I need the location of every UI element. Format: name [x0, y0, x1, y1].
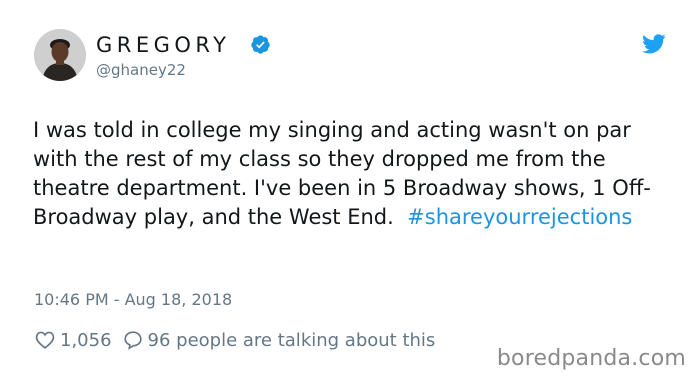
verified-badge-icon: [250, 34, 271, 55]
tweet-actions: 1,056 96 people are talking about this: [34, 327, 445, 353]
speech-bubble-icon[interactable]: [122, 329, 144, 351]
heart-icon[interactable]: [34, 329, 56, 351]
avatar[interactable]: [34, 29, 86, 81]
twitter-bird-icon[interactable]: [642, 34, 666, 54]
hashtag-link[interactable]: #shareyourrejections: [407, 205, 632, 229]
watermark: boredpanda.com: [496, 346, 686, 371]
display-name[interactable]: GREGORY: [96, 32, 231, 58]
like-count: 1,056: [60, 329, 112, 351]
avatar-photo-icon: [34, 29, 86, 81]
user-handle[interactable]: @ghaney22: [96, 60, 186, 80]
tweet-text: I was told in college my singing and act…: [33, 116, 673, 232]
tweet-card: GREGORY @ghaney22 I was told in college …: [0, 0, 700, 382]
conversation-link[interactable]: 96 people are talking about this: [148, 330, 436, 351]
tweet-timestamp[interactable]: 10:46 PM - Aug 18, 2018: [34, 290, 232, 310]
